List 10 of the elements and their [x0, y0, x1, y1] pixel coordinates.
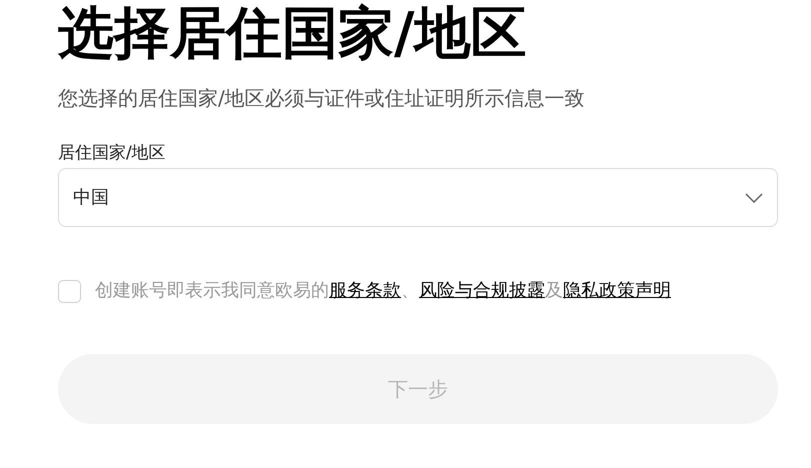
subtitle: 您选择的居住国家/地区必须与证件或住址证明所示信息一致	[58, 85, 586, 112]
country-select[interactable]: 中国	[58, 168, 778, 227]
page-title: 选择居住国家/地区	[58, 0, 528, 68]
consent-text: 创建账号即表示我同意欧易的服务条款、风险与合规披露及隐私政策声明	[95, 279, 671, 303]
field-label: 居住国家/地区	[58, 142, 166, 164]
consent-checkbox[interactable]	[58, 280, 81, 302]
policy-link[interactable]: 风险与合规披露	[419, 280, 545, 301]
chevron-down-icon	[745, 192, 763, 202]
policy-link[interactable]: 隐私政策声明	[563, 280, 671, 301]
policy-link[interactable]: 服务条款	[329, 280, 401, 301]
